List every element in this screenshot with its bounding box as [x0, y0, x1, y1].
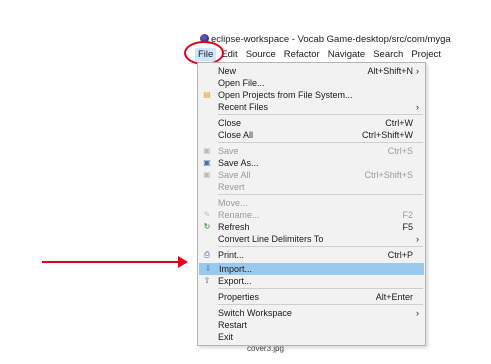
export-icon: ⇧ — [203, 276, 211, 285]
menu-item-shortcut: Alt+Shift+N — [367, 66, 413, 76]
menu-item-label: Convert Line Delimiters To — [218, 234, 324, 244]
menu-item-shortcut: Ctrl+W — [385, 118, 413, 128]
menu-item-label: Save As... — [218, 158, 259, 168]
annotation-arrow-line — [42, 261, 180, 263]
menu-item-shortcut: Ctrl+Shift+W — [361, 130, 413, 140]
menu-item-label: Save All — [218, 170, 251, 180]
menu-item-move[interactable]: Move... — [198, 197, 425, 209]
chevron-right-icon: › — [416, 66, 419, 76]
menu-item-label: Refresh — [218, 222, 250, 232]
menu-item-save-all[interactable]: ▣ Save All Ctrl+Shift+S — [198, 169, 425, 181]
print-icon: ⎙ — [203, 250, 211, 259]
menu-separator — [218, 246, 423, 247]
menu-item-shortcut: Ctrl+P — [387, 250, 413, 260]
menu-item-open-file[interactable]: Open File... — [198, 77, 425, 89]
menu-item-convert-line-delimiters-to[interactable]: Convert Line Delimiters To › — [198, 233, 425, 245]
menu-item-rename[interactable]: ✎ Rename... F2 — [198, 209, 425, 221]
rename-icon: ✎ — [203, 210, 211, 219]
menu-item-label: Rename... — [218, 210, 260, 220]
menu-refactor[interactable]: Refactor — [281, 48, 323, 61]
menu-source[interactable]: Source — [243, 48, 279, 61]
menu-separator — [218, 114, 423, 115]
menu-separator — [218, 142, 423, 143]
menu-search[interactable]: Search — [370, 48, 406, 61]
menu-item-save-as[interactable]: ▣ Save As... — [198, 157, 425, 169]
menu-item-print[interactable]: ⎙ Print... Ctrl+P — [198, 249, 425, 261]
menu-item-properties[interactable]: Properties Alt+Enter — [198, 291, 425, 303]
menu-item-switch-workspace[interactable]: Switch Workspace › — [198, 307, 425, 319]
menu-item-label: Properties — [218, 292, 260, 302]
menu-item-label: Open File... — [218, 78, 265, 88]
file-menu-dropdown: New Alt+Shift+N › Open File... ▤ Open Project… — [197, 62, 426, 346]
menu-bar: File Edit Source Refactor Navigate Search Proj… — [195, 48, 491, 62]
menu-item-label: Open Projects from File System... — [218, 90, 353, 100]
save-icon: ▣ — [203, 146, 211, 155]
menu-item-shortcut: Ctrl+Shift+S — [364, 170, 413, 180]
menu-item-revert[interactable]: Revert — [198, 181, 425, 193]
save-all-icon: ▣ — [203, 170, 211, 179]
refresh-icon: ↻ — [203, 222, 211, 231]
menu-item-exit[interactable]: Exit — [198, 331, 425, 343]
menu-item-label: Close All — [218, 130, 254, 140]
menu-item-label: Switch Workspace — [218, 308, 292, 318]
menu-separator — [218, 194, 423, 195]
menu-item-label: Export... — [218, 276, 252, 286]
chevron-right-icon: › — [416, 234, 419, 244]
menu-item-label: Import... — [219, 264, 253, 274]
menu-item-recent-files[interactable]: Recent Files › — [198, 101, 425, 113]
menu-item-new[interactable]: New Alt+Shift+N › — [198, 65, 425, 77]
menu-item-refresh[interactable]: ↻ Refresh F5 — [198, 221, 425, 233]
menu-item-shortcut: F5 — [402, 222, 413, 232]
chevron-right-icon: › — [416, 308, 419, 318]
menu-item-label: Save — [218, 146, 239, 156]
window-title: eclipse-workspace - Vocab Game-desktop/s… — [211, 34, 451, 45]
menu-item-open-projects-from-file-system[interactable]: ▤ Open Projects from File System... — [198, 89, 425, 101]
menu-item-label: Exit — [218, 332, 234, 342]
menu-item-restart[interactable]: Restart — [198, 319, 425, 331]
menu-navigate[interactable]: Navigate — [325, 48, 369, 61]
menu-project[interactable]: Project — [408, 48, 444, 61]
menu-item-close[interactable]: Close Ctrl+W — [198, 117, 425, 129]
folder-icon: ▤ — [203, 90, 211, 99]
menu-item-label: Move... — [218, 198, 248, 208]
window-title-bar: eclipse-workspace - Vocab Game-desktop/s… — [200, 34, 491, 48]
menu-item-shortcut: Ctrl+S — [387, 146, 413, 156]
menu-item-import[interactable]: ⇩ Import... — [199, 263, 424, 275]
menu-item-close-all[interactable]: Close All Ctrl+Shift+W — [198, 129, 425, 141]
menu-item-save[interactable]: ▣ Save Ctrl+S — [198, 145, 425, 157]
chevron-right-icon: › — [416, 102, 419, 112]
menu-separator — [218, 288, 423, 289]
menu-item-shortcut: F2 — [402, 210, 413, 220]
menu-item-shortcut: Alt+Enter — [375, 292, 413, 302]
menu-item-label: Recent Files — [218, 102, 269, 112]
menu-item-export[interactable]: ⇧ Export... — [198, 275, 425, 287]
menu-item-label: Print... — [218, 250, 245, 260]
save-as-icon: ▣ — [203, 158, 211, 167]
menu-item-label: Close — [218, 118, 242, 128]
import-icon: ⇩ — [204, 264, 212, 273]
menu-item-label: Restart — [218, 320, 248, 330]
menu-item-label: New — [218, 66, 237, 76]
annotation-arrow-head — [178, 256, 188, 268]
menu-separator — [218, 304, 423, 305]
menu-item-label: Revert — [218, 182, 245, 192]
